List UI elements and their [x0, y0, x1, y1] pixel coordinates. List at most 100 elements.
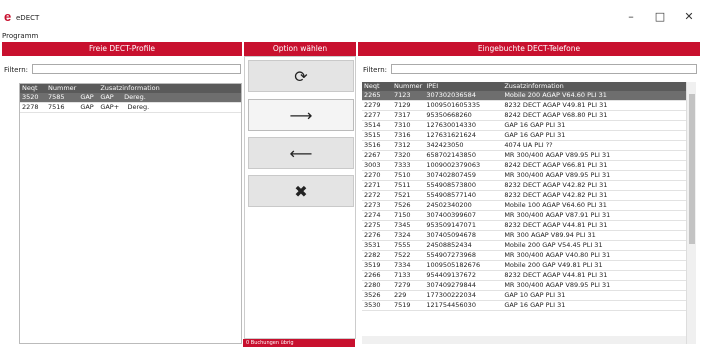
- table-row[interactable]: 2282 7522 554907273968 MR 300/400 AGAP V40.…: [362, 250, 686, 261]
- cell: 7310: [392, 120, 425, 131]
- col-zusatz[interactable]: Zusatzinformation: [98, 84, 241, 93]
- cell: 7123: [392, 91, 425, 101]
- arrow-right-icon: ⟶: [289, 106, 313, 125]
- delete-button[interactable]: ✖: [248, 175, 354, 207]
- cell: Mobile 100 AGAP V64.60 PLI 31: [502, 200, 686, 211]
- cell: 2279: [362, 100, 392, 111]
- cell: 2272: [362, 190, 392, 201]
- move-right-button[interactable]: ⟶: [248, 99, 354, 131]
- cell: 8232 DECT AGAP V44.81 PLI 31: [502, 220, 686, 231]
- cell: 307402807459: [424, 170, 503, 181]
- table-row[interactable]: 2275 7345 953509147071 8232 DECT AGAP V44.8…: [362, 220, 686, 231]
- table-row[interactable]: 3526 229 177300222034 GAP 10 GAP PLI 31: [362, 290, 686, 301]
- cell: 24502340200: [424, 200, 503, 211]
- left-filter-label: Filtern:: [4, 66, 29, 74]
- table-row[interactable]: 3531 7555 24508852434 Mobile 200 GAP V54.45…: [362, 240, 686, 251]
- cell: 2273: [362, 200, 392, 211]
- table-row[interactable]: 2276 7324 307405094678 MR 300 AGAP V89.94 P…: [362, 230, 686, 241]
- refresh-button[interactable]: ⟳: [248, 60, 354, 92]
- horizontal-scrollbar[interactable]: [362, 336, 686, 344]
- cell: Mobile 200 GAP V49.81 PLI 31: [502, 260, 686, 271]
- cell-part: Dereg.: [127, 103, 150, 111]
- minimize-button[interactable]: –: [621, 9, 641, 25]
- cell: 7324: [392, 230, 425, 241]
- cell: GAP Dereg.: [98, 93, 241, 103]
- cell: 7320: [392, 150, 425, 161]
- cell: 3519: [362, 260, 392, 271]
- move-left-button[interactable]: ⟵: [248, 137, 354, 169]
- cell: 8232 DECT AGAP V42.82 PLI 31: [502, 190, 686, 201]
- cell: 2274: [362, 210, 392, 221]
- cell: 7316: [392, 130, 425, 141]
- cell: 7519: [392, 300, 425, 311]
- col-zusatz[interactable]: Zusatzinformation: [502, 82, 686, 91]
- table-row[interactable]: 3530 7519 121754456030 GAP 16 GAP PLI 31: [362, 300, 686, 311]
- col-blank[interactable]: [78, 84, 99, 93]
- table-row[interactable]: 2272 7521 554908577140 8232 DECT AGAP V42.8…: [362, 190, 686, 201]
- cell: 3531: [362, 240, 392, 251]
- cell: GAP: [78, 102, 99, 113]
- cell: 2280: [362, 280, 392, 291]
- edect-logo-icon: e: [4, 9, 12, 24]
- scroll-thumb[interactable]: [689, 94, 695, 244]
- table-row[interactable]: 2273 7526 24502340200 Mobile 100 AGAP V64.6…: [362, 200, 686, 211]
- col-nummer[interactable]: Nummer: [392, 82, 425, 91]
- col-ipei[interactable]: IPEI: [424, 82, 503, 91]
- table-row[interactable]: 3003 7333 1009002379063 8242 DECT AGAP V66.…: [362, 160, 686, 171]
- col-neqt[interactable]: Neqt: [362, 82, 392, 91]
- table-row[interactable]: 2270 7510 307402807459 MR 300/400 AGAP V89.…: [362, 170, 686, 181]
- window-title: eDECT: [16, 14, 40, 22]
- cell: 2276: [362, 230, 392, 241]
- table-row[interactable]: 3520 7585 GAP GAP Dereg.: [20, 93, 241, 103]
- table-row[interactable]: 2274 7150 307400399607 MR 300/400 AGAP V87.…: [362, 210, 686, 221]
- cell: MR 300 AGAP V89.94 PLI 31: [502, 230, 686, 241]
- table-row[interactable]: 3515 7316 127631621624 GAP 16 GAP PLI 31: [362, 130, 686, 141]
- right-filter-input[interactable]: [391, 64, 697, 74]
- cell: 2267: [362, 150, 392, 161]
- cell: 2266: [362, 270, 392, 281]
- cell: 7555: [392, 240, 425, 251]
- cell: 7279: [392, 280, 425, 291]
- maximize-button[interactable]: □: [650, 9, 670, 25]
- vertical-scrollbar[interactable]: [686, 82, 696, 344]
- cell: MR 300/400 AGAP V89.95 PLI 31: [502, 150, 686, 161]
- close-button[interactable]: ✕: [679, 9, 699, 25]
- cell: GAP 16 GAP PLI 31: [502, 120, 686, 131]
- refresh-icon: ⟳: [294, 67, 308, 86]
- cell-part: GAP+: [100, 103, 120, 111]
- table-row[interactable]: 2278 7516 GAP GAP+ Dereg.: [20, 102, 241, 113]
- cell: 3526: [362, 290, 392, 301]
- cell: 7129: [392, 100, 425, 111]
- col-nummer[interactable]: Nummer: [46, 84, 79, 93]
- cell: 3003: [362, 160, 392, 171]
- table-row[interactable]: 2271 7511 554908573800 8232 DECT AGAP V42.8…: [362, 180, 686, 191]
- cell: 3520: [20, 93, 46, 103]
- table-row[interactable]: 3514 7310 127630014330 GAP 16 GAP PLI 31: [362, 120, 686, 131]
- table-row[interactable]: 2266 7133 954409137672 8232 DECT AGAP V44.8…: [362, 270, 686, 281]
- cell: MR 300/400 AGAP V89.95 PLI 31: [502, 170, 686, 181]
- col-neqt[interactable]: Neqt: [20, 84, 46, 93]
- table-row[interactable]: 2280 7279 307409279844 MR 300/400 AGAP V89.…: [362, 280, 686, 291]
- table-row[interactable]: 2277 7317 95350668260 8242 DECT AGAP V68.80…: [362, 110, 686, 121]
- table-row[interactable]: 3516 7312 342423050 4074 UA PLI ??: [362, 140, 686, 151]
- cell: 7516: [46, 102, 79, 113]
- left-filter-input[interactable]: [32, 64, 241, 74]
- cell: Mobile 200 GAP V54.45 PLI 31: [502, 240, 686, 251]
- cell: 7150: [392, 210, 425, 221]
- cell: MR 300/400 AGAP V89.95 PLI 31: [502, 280, 686, 291]
- cell: 3516: [362, 140, 392, 151]
- table-row[interactable]: 2265 7123 307302036584 Mobile 200 AGAP V64.…: [362, 91, 686, 101]
- cell: 307405094678: [424, 230, 503, 241]
- cell: 307400399607: [424, 210, 503, 221]
- cell: 2271: [362, 180, 392, 191]
- cell: MR 300/400 AGAP V40.80 PLI 31: [502, 250, 686, 261]
- menu-programm[interactable]: Programm: [2, 32, 38, 40]
- table-row[interactable]: 2267 7320 658702143850 MR 300/400 AGAP V89.…: [362, 150, 686, 161]
- cell: 8242 DECT AGAP V68.80 PLI 31: [502, 110, 686, 121]
- table-row[interactable]: 3519 7334 1009505182676 Mobile 200 GAP V49.…: [362, 260, 686, 271]
- table-row[interactable]: 2279 7129 1009501605335 8232 DECT AGAP V49.…: [362, 100, 686, 111]
- cell: GAP+ Dereg.: [98, 102, 241, 113]
- free-profiles-header: Freie DECT-Profile: [2, 42, 242, 56]
- cell: 3530: [362, 300, 392, 311]
- cell-part: GAP: [100, 93, 114, 101]
